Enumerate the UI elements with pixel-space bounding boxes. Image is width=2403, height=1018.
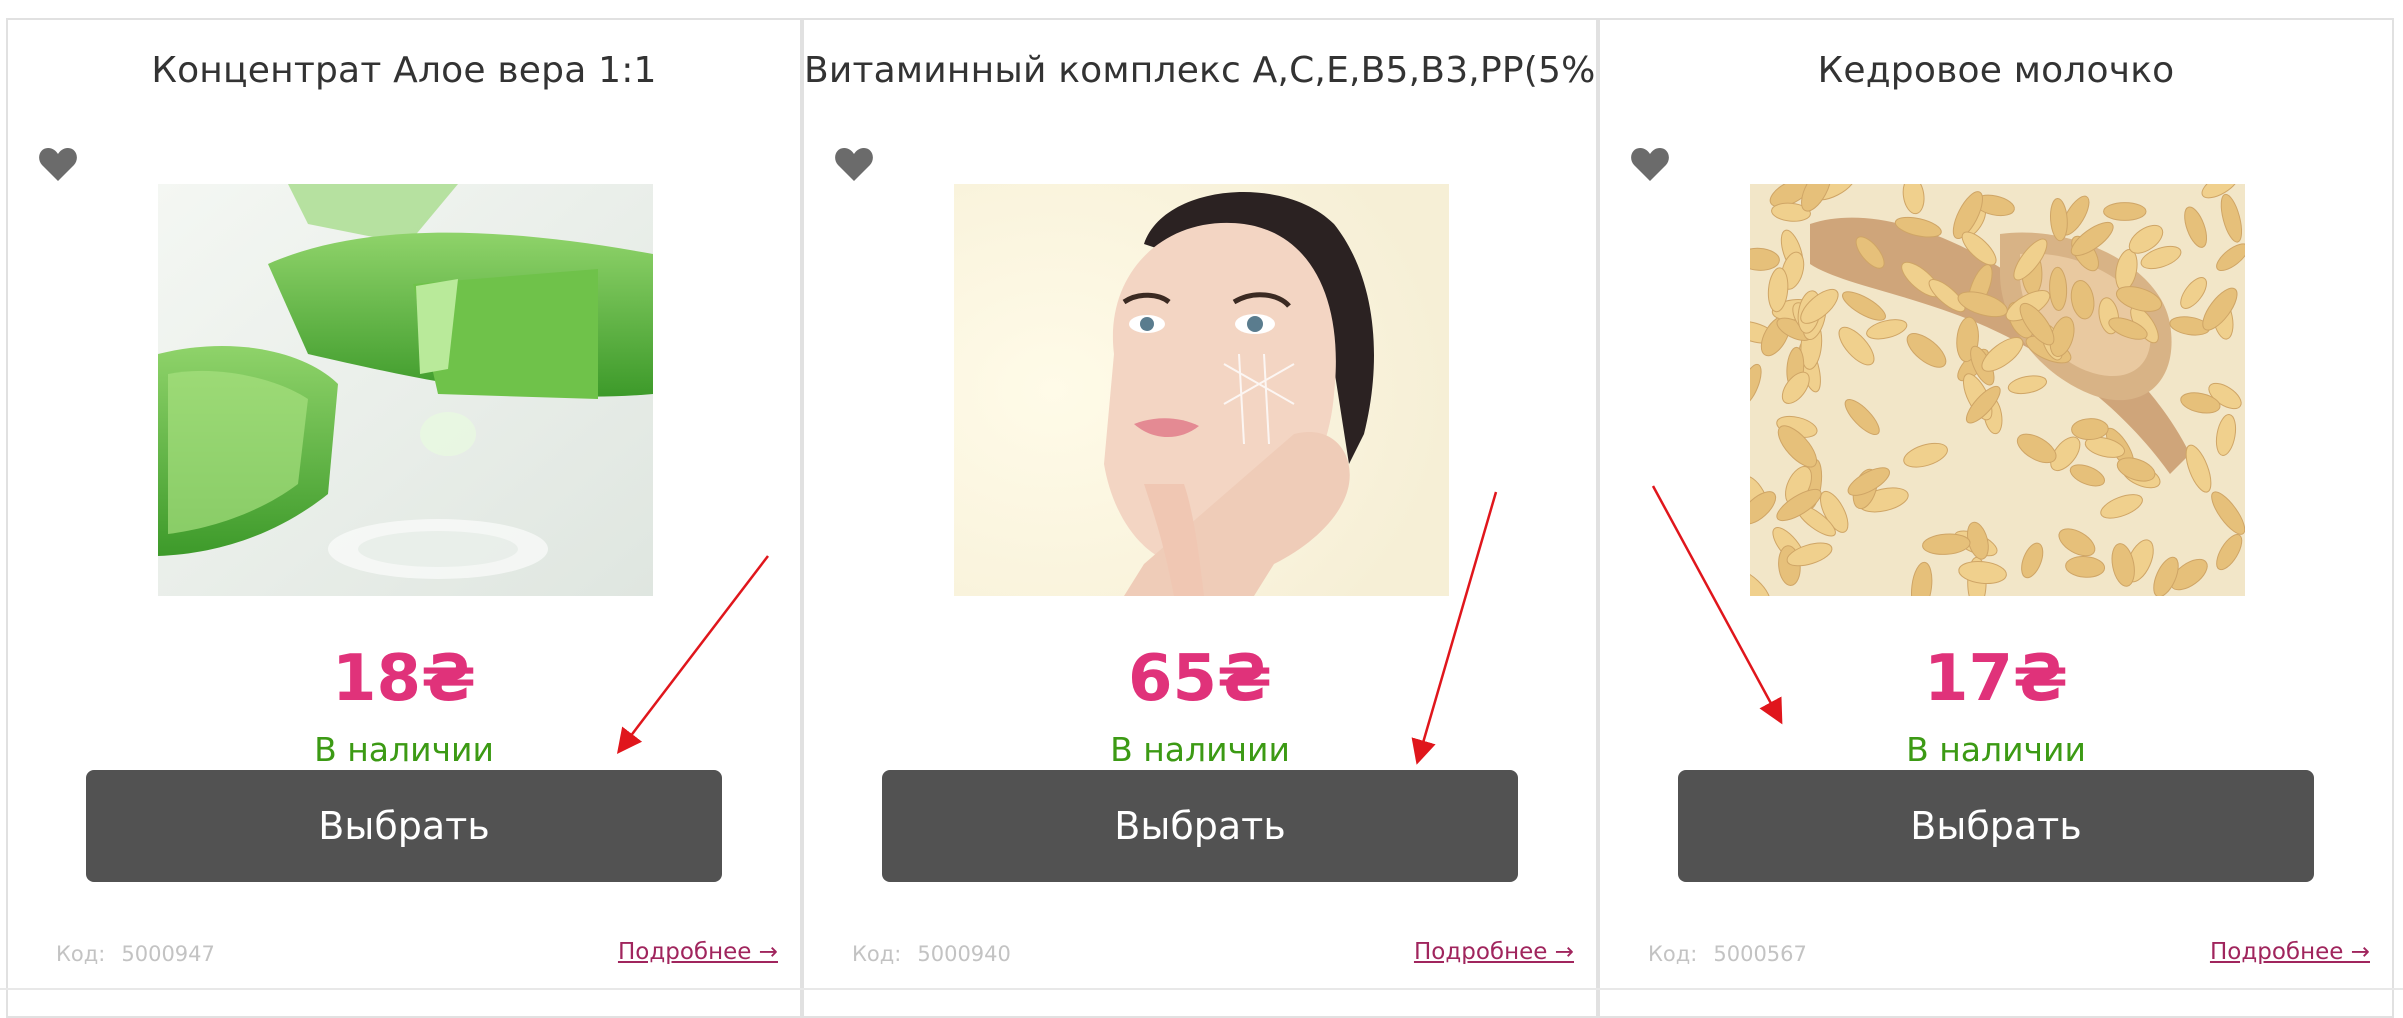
stock-status: В наличии (314, 730, 494, 769)
nut-kernel (2103, 202, 2147, 221)
product-grid: Концентрат Алое вера 1:1 18₴ В наличии В… (0, 0, 2403, 1018)
select-button[interactable]: Выбрать (1678, 770, 2314, 882)
product-code: Код: 5000567 (1648, 942, 1807, 966)
select-button[interactable]: Выбрать (882, 770, 1518, 882)
pine-nuts-image[interactable] (1750, 184, 2245, 596)
heart-icon[interactable] (1630, 146, 1670, 182)
code-value: 5000940 (917, 942, 1011, 966)
product-code: Код: 5000940 (852, 942, 1011, 966)
select-button[interactable]: Выбрать (86, 770, 722, 882)
product-price: 65₴ (1127, 642, 1273, 716)
heart-icon[interactable] (834, 146, 874, 182)
product-price: 18₴ (331, 642, 477, 716)
product-code: Код: 5000947 (56, 942, 215, 966)
code-value: 5000567 (1713, 942, 1807, 966)
stock-status: В наличии (1906, 730, 2086, 769)
woman-face-image[interactable] (954, 184, 1449, 596)
product-title[interactable]: Витаминный комплекс A,C,E,B5,B3,PP(5%) (804, 50, 1610, 91)
code-value: 5000947 (121, 942, 215, 966)
more-link[interactable]: Подробнее → (618, 939, 778, 965)
product-price: 17₴ (1923, 642, 2069, 716)
product-card: Витаминный комплекс A,C,E,B5,B3,PP(5%) 6… (802, 18, 1610, 1018)
product-card: Кедровое молочко 17₴ В наличии Выбрать К… (1598, 18, 2394, 1018)
product-card: Концентрат Алое вера 1:1 18₴ В наличии В… (6, 18, 802, 1018)
code-label: Код: (56, 942, 106, 966)
more-link[interactable]: Подробнее → (2210, 939, 2370, 965)
code-label: Код: (1648, 942, 1698, 966)
row-divider (0, 988, 2403, 990)
product-title[interactable]: Кедровое молочко (1600, 50, 2392, 91)
aloe-vera-image[interactable] (158, 184, 653, 596)
product-title[interactable]: Концентрат Алое вера 1:1 (8, 50, 800, 91)
code-label: Код: (852, 942, 902, 966)
heart-icon[interactable] (38, 146, 78, 182)
stock-status: В наличии (1110, 730, 1290, 769)
more-link[interactable]: Подробнее → (1414, 939, 1574, 965)
